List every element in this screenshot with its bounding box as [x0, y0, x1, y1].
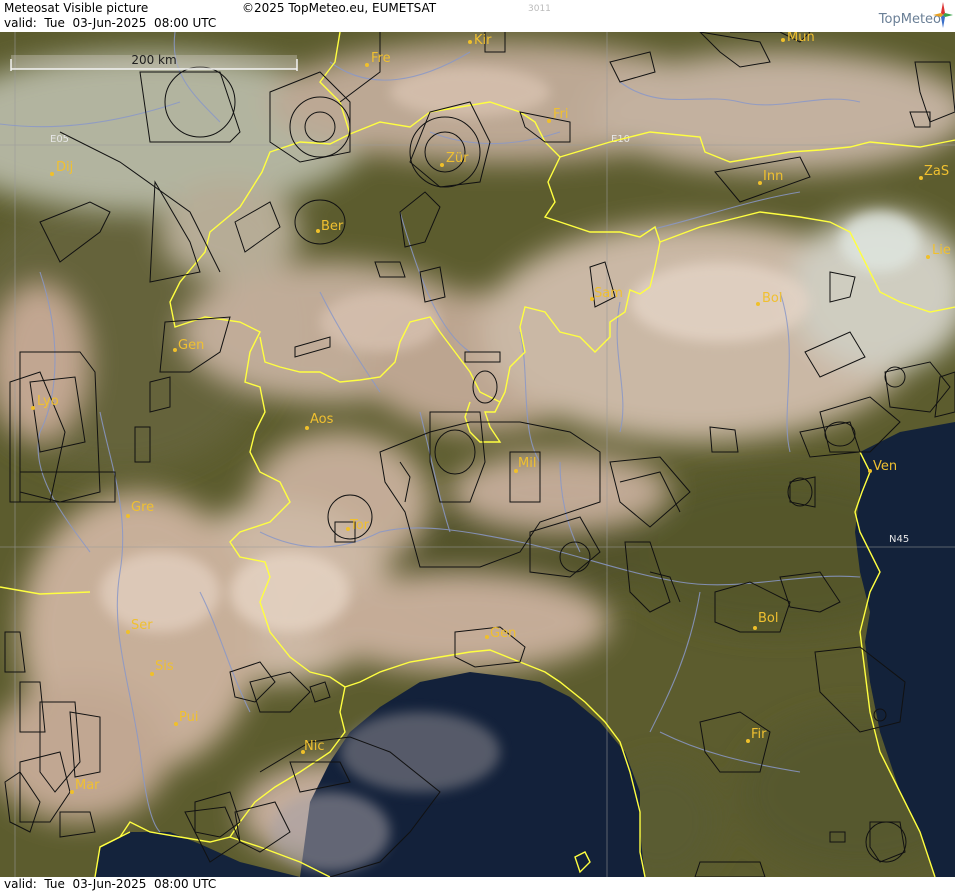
- svg-text:Ven: Ven: [873, 459, 897, 474]
- svg-text:Ber: Ber: [321, 219, 344, 234]
- svg-text:Dij: Dij: [56, 160, 73, 175]
- svg-text:Nic: Nic: [304, 739, 324, 754]
- city-sam[interactable]: Sam: [590, 286, 623, 301]
- svg-text:Gen: Gen: [178, 338, 204, 353]
- city-dot: [781, 38, 785, 42]
- svg-text:Gre: Gre: [131, 500, 154, 515]
- city-tor[interactable]: Tor: [346, 518, 370, 533]
- city-dot: [305, 426, 309, 430]
- svg-text:Mar: Mar: [75, 778, 100, 793]
- city-gen-it[interactable]: Gen: [485, 626, 516, 641]
- svg-text:Sis: Sis: [155, 659, 174, 674]
- city-ven[interactable]: Ven: [868, 459, 897, 474]
- svg-text:Sam: Sam: [594, 286, 623, 301]
- compass-star-icon: [933, 2, 953, 28]
- valid-time-bottom: valid: Tue 03-Jun-2025 08:00 UTC: [4, 877, 217, 891]
- city-mun[interactable]: Mun: [781, 32, 815, 45]
- city-ber[interactable]: Ber: [316, 219, 344, 234]
- city-dot: [150, 672, 154, 676]
- city-nic[interactable]: Nic: [301, 739, 324, 754]
- brand-logo-text[interactable]: TopMeteo: [879, 12, 941, 27]
- header-bar: Meteosat Visible picture ©2025 TopMeteo.…: [0, 0, 955, 32]
- valid-time-top: valid: Tue 03-Jun-2025 08:00 UTC: [4, 16, 217, 30]
- city-dot: [485, 635, 489, 639]
- svg-text:Pui: Pui: [179, 710, 198, 725]
- city-ser[interactable]: Ser: [126, 618, 153, 634]
- copyright-text: ©2025 TopMeteo.eu, EUMETSAT: [242, 1, 437, 15]
- satellite-viewer: Meteosat Visible picture ©2025 TopMeteo.…: [0, 0, 955, 893]
- footer-bar: valid: Tue 03-Jun-2025 08:00 UTC: [0, 877, 955, 893]
- svg-text:Fri: Fri: [553, 107, 569, 122]
- grid-label-n45: N45: [889, 534, 909, 545]
- svg-text:Zür: Zür: [446, 151, 469, 166]
- city-zas[interactable]: ZaS: [919, 164, 949, 180]
- svg-text:Ser: Ser: [131, 618, 153, 633]
- svg-text:Fir: Fir: [751, 727, 767, 742]
- picture-title: Meteosat Visible picture: [4, 1, 149, 15]
- svg-text:Bol: Bol: [762, 291, 782, 306]
- svg-text:Fre: Fre: [371, 51, 391, 66]
- city-mil[interactable]: Mil: [514, 456, 536, 473]
- city-dot: [919, 176, 923, 180]
- city-dot: [468, 40, 472, 44]
- svg-text:Lie: Lie: [932, 243, 951, 258]
- scale-bar: 200 km: [10, 53, 298, 71]
- city-dot: [174, 722, 178, 726]
- city-dot: [31, 406, 35, 410]
- city-gen-ch[interactable]: Gen: [173, 338, 204, 353]
- svg-text:Kir: Kir: [474, 33, 492, 48]
- city-dot: [756, 302, 760, 306]
- city-dot: [316, 229, 320, 233]
- city-dot: [50, 172, 54, 176]
- city-dot: [753, 626, 757, 630]
- city-dot: [926, 255, 930, 259]
- svg-text:Mun: Mun: [787, 32, 815, 45]
- city-mar[interactable]: Mar: [70, 778, 100, 794]
- city-dot: [126, 514, 130, 518]
- svg-text:Inn: Inn: [763, 169, 783, 184]
- svg-text:Mil: Mil: [518, 456, 536, 471]
- map-id: 3011: [528, 4, 551, 14]
- city-dot: [365, 63, 369, 67]
- svg-text:Tor: Tor: [349, 518, 370, 533]
- city-dot: [746, 739, 750, 743]
- city-dot: [547, 119, 551, 123]
- svg-text:Gen: Gen: [490, 626, 516, 641]
- scale-bar-label: 200 km: [131, 53, 176, 67]
- city-dot: [70, 790, 74, 794]
- svg-text:ZaS: ZaS: [924, 164, 949, 179]
- city-dot: [758, 181, 762, 185]
- svg-text:Lyo: Lyo: [37, 394, 59, 409]
- city-dot: [440, 163, 444, 167]
- satellite-map[interactable]: E05 E10 N45 Kir Fre Mun Fri Dij Zür Inn …: [0, 32, 955, 877]
- city-dot: [126, 630, 130, 634]
- city-dot: [173, 348, 177, 352]
- svg-text:Aos: Aos: [310, 412, 334, 427]
- svg-text:Bol: Bol: [758, 611, 778, 626]
- city-dot: [868, 469, 872, 473]
